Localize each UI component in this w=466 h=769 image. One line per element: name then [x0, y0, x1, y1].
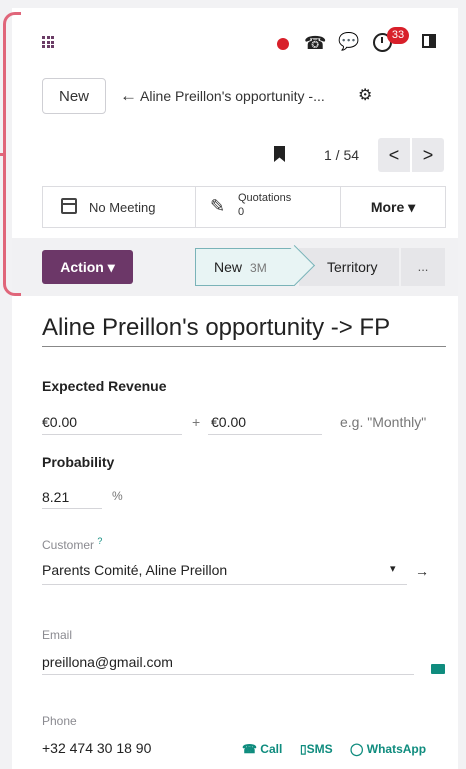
probability-field[interactable]: 8.21 — [42, 489, 69, 505]
phone-label: Phone — [42, 714, 77, 728]
call-label: Call — [260, 742, 283, 756]
expected-revenue-field[interactable]: €0.00 — [42, 414, 77, 430]
stage-territory-label: Territory — [327, 259, 378, 275]
phone-icon[interactable]: ☎ — [304, 33, 326, 54]
status-bar: Action ▾ Territory New 3M ... — [12, 238, 458, 296]
expected-revenue-underline — [42, 434, 182, 435]
highlight-bracket — [0, 12, 21, 296]
breadcrumb: New ← Aline Preillon's opportunity -... … — [12, 78, 458, 118]
more-label: More ▾ — [370, 199, 416, 215]
next-button[interactable]: > — [412, 138, 444, 172]
pager-counter[interactable]: 1 / 54 — [324, 147, 359, 163]
edit-document-icon: ✎ — [210, 196, 226, 216]
bookmark-icon[interactable] — [274, 146, 285, 162]
stage-new-label: New — [214, 259, 243, 275]
stage-more[interactable]: ... — [401, 248, 445, 286]
stage-pipeline: Territory New 3M ... — [195, 244, 445, 287]
calendar-icon — [61, 198, 77, 214]
call-link[interactable]: ☎ Call — [242, 742, 282, 756]
quotations-label: Quotations — [238, 192, 292, 204]
phone-field[interactable]: +32 474 30 18 90 — [42, 740, 151, 756]
customer-dropdown-icon[interactable]: ▾ — [390, 562, 396, 575]
record-icon[interactable] — [277, 38, 289, 50]
more-button[interactable]: More ▾ — [341, 187, 445, 227]
email-underline — [42, 674, 414, 675]
probability-underline — [42, 508, 102, 509]
expected-revenue-label: Expected Revenue — [42, 378, 167, 394]
email-field[interactable]: preillona@gmail.com — [42, 654, 173, 670]
back-arrow-icon[interactable]: ← — [120, 86, 137, 106]
recurring-revenue-underline — [208, 434, 322, 435]
customer-label-text: Customer — [42, 538, 95, 552]
previous-button[interactable]: < — [378, 138, 410, 172]
chat-icon[interactable]: 💬 — [338, 32, 359, 52]
top-bar: ☎ 💬 33 — [12, 24, 458, 60]
customer-label: Customer ? — [42, 536, 102, 552]
pager: 1 / 54 < > — [12, 138, 458, 174]
plus-sign: + — [192, 414, 201, 430]
percent-sign: % — [112, 489, 123, 503]
whatsapp-link[interactable]: ◯ WhatsApp — [350, 742, 426, 756]
sms-link[interactable]: ▯SMS — [300, 742, 333, 756]
email-label: Email — [42, 628, 73, 642]
quotations-count: 0 — [238, 206, 245, 218]
stage-territory[interactable]: Territory — [299, 248, 399, 286]
smart-buttons: No Meeting ✎ Quotations 0 More ▾ — [42, 186, 446, 228]
whatsapp-label: WhatsApp — [366, 742, 427, 756]
sms-label: SMS — [306, 742, 333, 756]
action-button[interactable]: Action ▾ — [42, 250, 133, 284]
help-icon[interactable]: ? — [97, 536, 102, 546]
quotations-button[interactable]: ✎ Quotations 0 — [196, 187, 341, 227]
internal-link-icon[interactable]: → — [415, 563, 429, 579]
activity-badge: 33 — [387, 27, 409, 44]
apps-grid-icon[interactable] — [42, 36, 54, 48]
opportunity-title[interactable]: Aline Preillon's opportunity -> FP — [42, 314, 446, 347]
gear-icon[interactable]: ⚙ — [358, 85, 372, 105]
app-screen: ☎ 💬 33 New ← Aline Preillon's opportunit… — [12, 8, 458, 769]
customer-underline — [42, 584, 407, 585]
customer-field[interactable]: Parents Comité, Aline Preillon — [42, 562, 227, 578]
recurring-revenue-field[interactable]: €0.00 — [211, 414, 246, 430]
new-button[interactable]: New — [42, 78, 106, 114]
probability-label: Probability — [42, 454, 115, 470]
panel-toggle-icon[interactable] — [422, 34, 436, 48]
breadcrumb-title[interactable]: Aline Preillon's opportunity -... — [140, 88, 325, 104]
recurring-plan-field[interactable]: e.g. "Monthly" — [340, 414, 426, 430]
meeting-button[interactable]: No Meeting — [43, 187, 196, 227]
stage-new-duration: 3M — [250, 261, 267, 275]
send-email-icon[interactable] — [431, 664, 445, 674]
meeting-label: No Meeting — [89, 200, 156, 215]
